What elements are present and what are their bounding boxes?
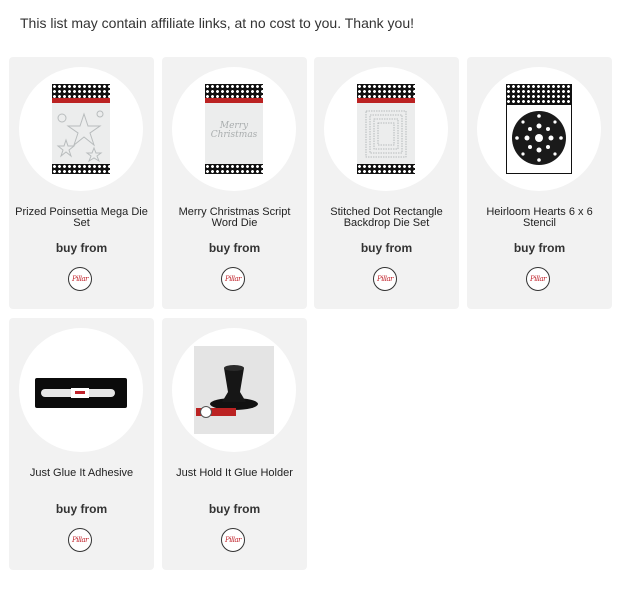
store-logo-icon[interactable]: Pillar (68, 267, 92, 291)
store-logo-icon[interactable]: Pillar (68, 528, 92, 552)
buy-from-label: buy from (208, 241, 261, 255)
store-logo-icon[interactable]: Pillar (221, 267, 245, 291)
poinsettia-die-package-icon (52, 84, 110, 174)
product-name[interactable]: Heirloom Hearts 6 x 6 Stencil (473, 207, 606, 229)
store-logo-icon[interactable]: Pillar (526, 267, 550, 291)
product-card[interactable]: Prized Poinsettia Mega Die Set buy from … (9, 57, 154, 309)
product-image[interactable] (19, 67, 143, 191)
product-card[interactable]: Just Glue It Adhesive buy from Pillar (9, 318, 154, 570)
package-script-text: Merry Christmas (210, 121, 258, 140)
rectangle-die-package-icon (357, 84, 415, 174)
product-name[interactable]: Stitched Dot Rectangle Backdrop Die Set (320, 207, 453, 229)
buy-from-label: buy from (208, 502, 261, 516)
product-card[interactable]: Heirloom Hearts 6 x 6 Stencil buy from P… (467, 57, 612, 309)
product-image[interactable] (324, 67, 448, 191)
product-card[interactable]: Merry Christmas Merry Christmas Script W… (162, 57, 307, 309)
product-card[interactable]: Just Hold It Glue Holder buy from Pillar (162, 318, 307, 570)
glue-holder-icon (194, 346, 274, 434)
heart-stencil-package-icon (506, 84, 572, 174)
product-image[interactable] (172, 328, 296, 452)
product-image[interactable] (19, 328, 143, 452)
product-name[interactable]: Just Glue It Adhesive (15, 468, 148, 479)
buy-from-label: buy from (55, 502, 108, 516)
product-image[interactable]: Merry Christmas (172, 67, 296, 191)
product-card[interactable]: Stitched Dot Rectangle Backdrop Die Set … (314, 57, 459, 309)
product-name[interactable]: Prized Poinsettia Mega Die Set (15, 207, 148, 229)
store-logo-icon[interactable]: Pillar (221, 528, 245, 552)
glue-pen-icon (35, 378, 127, 408)
product-name[interactable]: Just Hold It Glue Holder (168, 468, 301, 479)
buy-from-label: buy from (513, 241, 566, 255)
product-image[interactable] (477, 67, 601, 191)
store-logo-icon[interactable]: Pillar (373, 267, 397, 291)
script-die-package-icon: Merry Christmas (205, 84, 263, 174)
product-name[interactable]: Merry Christmas Script Word Die (168, 207, 301, 229)
buy-from-label: buy from (360, 241, 413, 255)
buy-from-label: buy from (55, 241, 108, 255)
affiliate-disclaimer: This list may contain affiliate links, a… (20, 15, 415, 31)
